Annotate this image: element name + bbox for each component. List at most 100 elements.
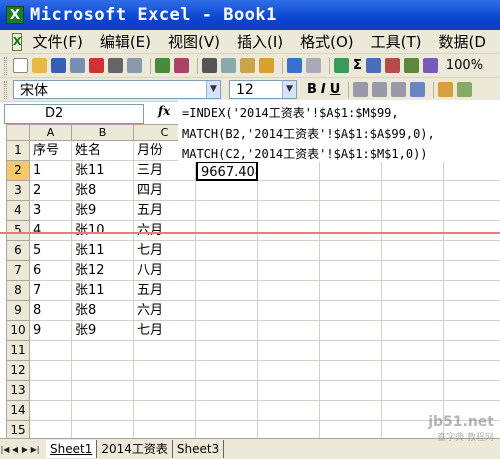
grid-cell[interactable]: [444, 261, 500, 281]
grid-cell[interactable]: [196, 401, 258, 421]
bold-button[interactable]: B: [307, 82, 317, 97]
grid-cell[interactable]: 张11: [72, 241, 134, 261]
grid-cell[interactable]: [320, 201, 382, 221]
select-all-corner[interactable]: [6, 124, 30, 141]
grid-cell[interactable]: 七月: [134, 241, 196, 261]
grid-cell[interactable]: [258, 381, 320, 401]
grid-cell[interactable]: [196, 361, 258, 381]
new-icon[interactable]: [13, 58, 28, 73]
grid-cell[interactable]: 序号: [30, 141, 72, 161]
row-header[interactable]: 5: [6, 221, 30, 241]
sort-desc-icon[interactable]: [384, 58, 400, 73]
toolbar-grip[interactable]: [4, 80, 7, 99]
grid-cell[interactable]: 张8: [72, 181, 134, 201]
spell-icon[interactable]: [155, 58, 170, 73]
grid-cell[interactable]: 9: [30, 321, 72, 341]
row-header[interactable]: 8: [6, 281, 30, 301]
grid-cell[interactable]: [258, 361, 320, 381]
first-sheet-icon[interactable]: |◀: [0, 445, 10, 454]
grid-cell[interactable]: [444, 241, 500, 261]
row-header[interactable]: 2: [6, 161, 30, 181]
grid-cell[interactable]: [134, 341, 196, 361]
research-icon[interactable]: [174, 58, 189, 73]
grid-cell[interactable]: [382, 201, 444, 221]
grid-cell[interactable]: [196, 241, 258, 261]
chart-icon[interactable]: [403, 58, 419, 73]
grid-cell[interactable]: [320, 241, 382, 261]
grid-cell[interactable]: 张9: [72, 321, 134, 341]
underline-button[interactable]: U: [330, 82, 341, 97]
grid-cell[interactable]: [258, 181, 320, 201]
menu-data[interactable]: 数据(D: [439, 31, 486, 52]
grid-cell[interactable]: [258, 281, 320, 301]
grid-cell[interactable]: [320, 261, 382, 281]
print-icon[interactable]: [108, 58, 123, 73]
row-header[interactable]: 11: [6, 341, 30, 361]
grid-cell[interactable]: [30, 361, 72, 381]
grid-cell[interactable]: [258, 321, 320, 341]
function-icon[interactable]: fx: [158, 104, 170, 118]
grid-cell[interactable]: [382, 341, 444, 361]
grid-cell[interactable]: 张8: [72, 301, 134, 321]
align-right-icon[interactable]: [391, 82, 407, 97]
hyperlink-icon[interactable]: [334, 58, 349, 73]
drawing-icon[interactable]: [422, 58, 438, 73]
tab-sheet1[interactable]: Sheet1: [46, 440, 98, 458]
grid-cell[interactable]: [196, 381, 258, 401]
chevron-down-icon[interactable]: ▼: [206, 81, 220, 98]
row-header[interactable]: 13: [6, 381, 30, 401]
tab-sheet3[interactable]: Sheet3: [173, 440, 225, 458]
grid-cell[interactable]: 五月: [134, 201, 196, 221]
grid-cell[interactable]: 张10: [72, 221, 134, 241]
grid-cell[interactable]: 3: [30, 201, 72, 221]
grid-cell[interactable]: [444, 161, 500, 181]
grid-cell[interactable]: [72, 401, 134, 421]
excel-app-icon[interactable]: X: [6, 6, 24, 24]
font-name-select[interactable]: 宋体 ▼: [13, 80, 221, 99]
permission-icon[interactable]: [70, 58, 85, 73]
row-header[interactable]: 6: [6, 241, 30, 261]
open-icon[interactable]: [32, 58, 47, 73]
grid-cell[interactable]: 7: [30, 281, 72, 301]
grid-cell[interactable]: [444, 201, 500, 221]
redo-icon[interactable]: [306, 58, 321, 73]
grid-cell[interactable]: 七月: [134, 321, 196, 341]
zoom-level[interactable]: 100%: [446, 58, 483, 73]
grid-cell[interactable]: [444, 221, 500, 241]
grid-cell[interactable]: 8: [30, 301, 72, 321]
align-center-icon[interactable]: [372, 82, 388, 97]
grid-cell[interactable]: [382, 361, 444, 381]
row-header[interactable]: 9: [6, 301, 30, 321]
name-box[interactable]: D2: [4, 104, 144, 124]
grid-cell[interactable]: [258, 401, 320, 421]
cut-icon[interactable]: [202, 58, 217, 73]
grid-cell[interactable]: 张11: [72, 281, 134, 301]
grid-cell[interactable]: [320, 221, 382, 241]
sort-asc-icon[interactable]: [365, 58, 381, 73]
grid-cell[interactable]: [382, 381, 444, 401]
grid-cell[interactable]: [382, 321, 444, 341]
last-sheet-icon[interactable]: ▶|: [30, 445, 40, 454]
save-icon[interactable]: [51, 58, 66, 73]
grid-cell[interactable]: 张12: [72, 261, 134, 281]
grid-cell[interactable]: 五月: [134, 281, 196, 301]
grid-cell[interactable]: [72, 361, 134, 381]
row-header[interactable]: 4: [6, 201, 30, 221]
grid-cell[interactable]: 六月: [134, 301, 196, 321]
currency-icon[interactable]: [438, 82, 454, 97]
grid-cell[interactable]: [196, 181, 258, 201]
grid-cell[interactable]: 六月: [134, 221, 196, 241]
copy-icon[interactable]: [221, 58, 236, 73]
grid-cell[interactable]: [320, 401, 382, 421]
grid-cell[interactable]: [444, 381, 500, 401]
grid-cell[interactable]: 5: [30, 241, 72, 261]
grid-cell[interactable]: 姓名: [72, 141, 134, 161]
grid-cell[interactable]: [258, 261, 320, 281]
toolbar-grip[interactable]: [4, 56, 7, 75]
grid-cell[interactable]: 1: [30, 161, 72, 181]
align-left-icon[interactable]: [353, 82, 369, 97]
grid-cell[interactable]: [444, 361, 500, 381]
grid-cell[interactable]: [134, 381, 196, 401]
grid-cell[interactable]: [320, 181, 382, 201]
percent-icon[interactable]: [457, 82, 473, 97]
